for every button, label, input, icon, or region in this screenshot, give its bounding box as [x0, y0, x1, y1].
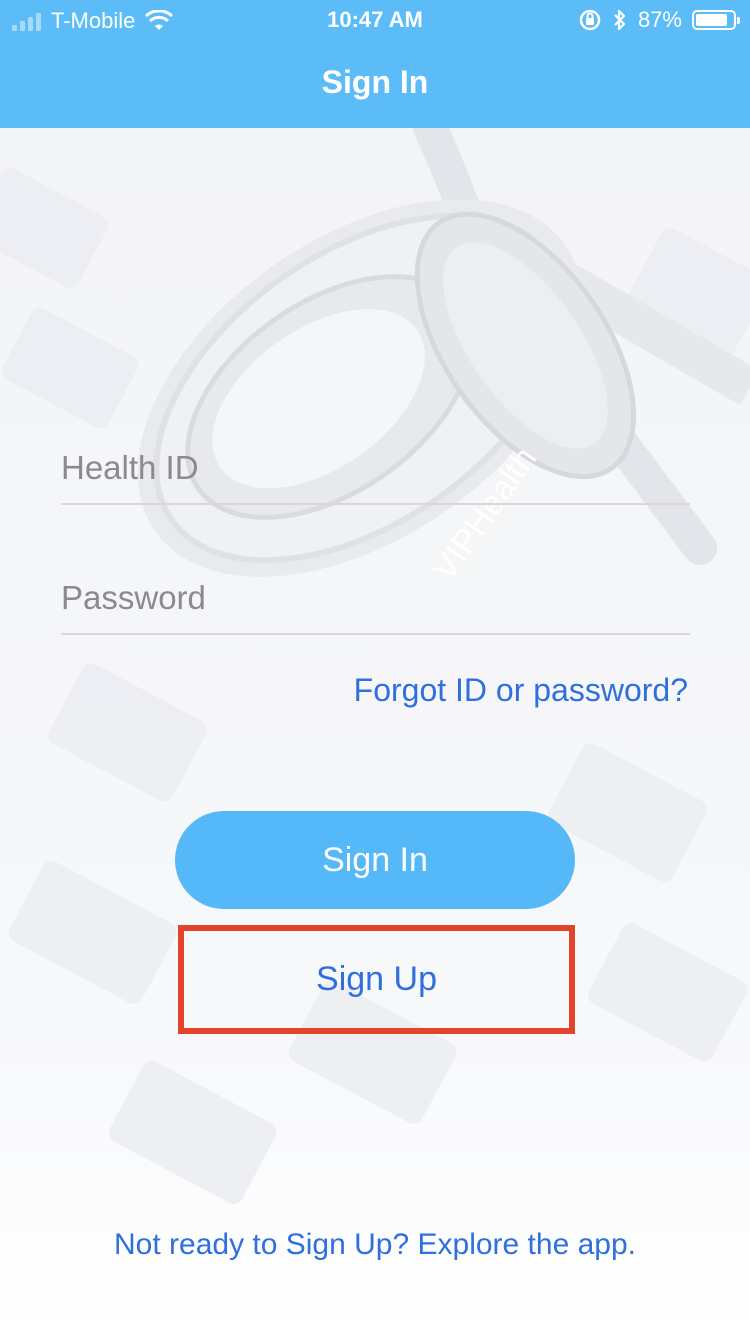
orientation-lock-icon: [579, 9, 601, 31]
battery-icon: [692, 10, 740, 30]
bluetooth-icon: [614, 9, 626, 31]
sign-in-button[interactable]: Sign In: [175, 811, 575, 909]
health-id-input[interactable]: [61, 433, 690, 503]
battery-percent: 87%: [637, 7, 682, 32]
sign-up-button[interactable]: Sign Up: [178, 925, 575, 1034]
status-bar: T-Mobile 10:47 AM 87%: [0, 0, 750, 40]
page-title: Sign In: [321, 64, 429, 100]
password-field[interactable]: [61, 563, 690, 635]
top-bar: T-Mobile 10:47 AM 87% Sign In: [0, 0, 750, 128]
background-illustration: VIPHealth: [0, 128, 750, 1334]
explore-app-link[interactable]: Not ready to Sign Up? Explore the app.: [0, 1228, 750, 1262]
password-input[interactable]: [61, 563, 690, 633]
health-id-field[interactable]: [61, 433, 690, 505]
forgot-credentials-link[interactable]: Forgot ID or password?: [354, 672, 688, 709]
